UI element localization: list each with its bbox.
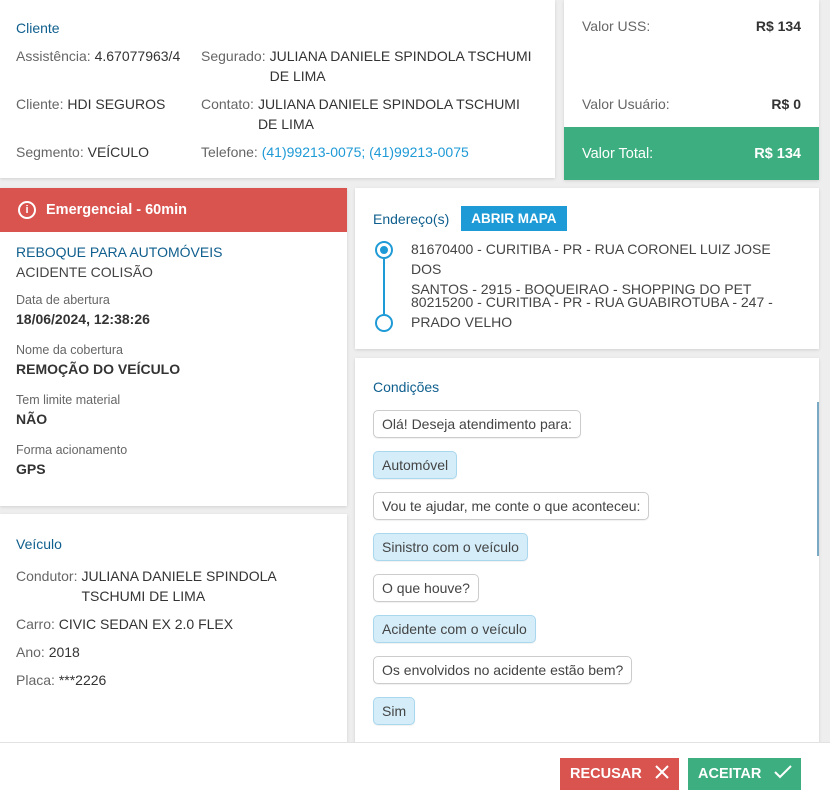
chat-bubble-user: Automóvel — [373, 451, 458, 479]
origin-address-line1: 81670400 - CURITIBA - PR - RUA CORONEL L… — [411, 241, 771, 277]
ano-label: Ano: — [16, 644, 45, 660]
contato-line1: JULIANA DANIELE SPINDOLA TSCHUMI — [257, 96, 520, 112]
valor-total-value: R$ 134 — [754, 145, 801, 162]
condutor-label: Condutor: — [16, 568, 78, 584]
chat-bubble-user: Sinistro com o veículo — [373, 533, 528, 561]
segurado-row: Segurado: JULIANA DANIELE SPINDOLA TSCHU… — [201, 46, 541, 86]
cobertura-value: REMOÇÃO DO VEÍCULO — [16, 361, 181, 377]
aceitar-button[interactable]: ACEITAR — [688, 758, 801, 790]
data-abertura-label: Data de abertura — [16, 293, 110, 307]
cliente-card: Cliente Assistência: 4.67077963/4 Client… — [0, 0, 555, 178]
route-line — [383, 259, 385, 314]
valor-total-bar: Valor Total: R$ 134 — [564, 127, 819, 180]
condutor-row: Condutor: JULIANA DANIELE SPINDOLA TSCHU… — [16, 566, 331, 606]
valores-card: Valor USS: R$ 134 Valor Usuário: R$ 0 Va… — [564, 0, 819, 180]
chat-list: Olá! Deseja atendimento para: Automóvel … — [373, 410, 801, 738]
telefone-label: Telefone: — [201, 144, 258, 160]
assistencia-row: Assistência: 4.67077963/4 — [16, 46, 180, 66]
aceitar-label: ACEITAR — [698, 766, 762, 782]
carro-label: Carro: — [16, 616, 55, 632]
valor-usuario-label: Valor Usuário: — [582, 96, 670, 112]
contato-label: Contato: — [201, 96, 254, 112]
telefone-row: Telefone: (41)99213-0075; (41)99213-0075 — [201, 142, 469, 162]
segurado-value: JULIANA DANIELE SPINDOLA TSCHUMI DE LIMA — [270, 46, 532, 86]
servico-title: REBOQUE PARA AUTOMÓVEIS — [16, 244, 223, 260]
servico-body: REBOQUE PARA AUTOMÓVEIS ACIDENTE COLISÃO… — [0, 232, 347, 489]
segmento-value: VEÍCULO — [87, 144, 150, 160]
segurado-line2: DE LIMA — [269, 68, 326, 84]
data-abertura-value: 18/06/2024, 12:38:26 — [16, 311, 150, 327]
forma-value: GPS — [16, 461, 46, 477]
condutor-value: JULIANA DANIELE SPINDOLA TSCHUMI DE LIMA — [81, 566, 276, 606]
chat-bubble-bot: Vou te ajudar, me conte o que aconteceu: — [373, 492, 650, 520]
origin-address: 81670400 - CURITIBA - PR - RUA CORONEL L… — [411, 239, 801, 299]
contato-line2: DE LIMA — [257, 116, 314, 132]
segmento-label: Segmento: — [16, 144, 84, 160]
assistencia-label: Assistência: — [16, 48, 91, 64]
valor-total-label: Valor Total: — [582, 145, 654, 162]
endereco-card: Endereço(s) ABRIR MAPA 81670400 - CURITI… — [355, 188, 819, 349]
segurado-line1: JULIANA DANIELE SPINDOLA TSCHUMI — [269, 48, 532, 64]
action-footer: RECUSAR ACEITAR — [0, 742, 830, 799]
emergency-alert: i Emergencial - 60min — [0, 188, 347, 232]
chat-bubble-bot: O que houve? — [373, 574, 479, 602]
chat-bubble-bot: Os envolvidos no acidente estão bem? — [373, 656, 633, 684]
origin-dot-icon — [375, 241, 393, 259]
ano-row: Ano: 2018 — [16, 642, 331, 662]
destination-address: 80215200 - CURITIBA - PR - RUA GUABIROTU… — [411, 292, 801, 332]
valor-uss-value: R$ 134 — [755, 18, 801, 34]
condutor-line1: JULIANA DANIELE SPINDOLA — [81, 568, 277, 584]
telefone-link[interactable]: (41)99213-0075; (41)99213-0075 — [262, 144, 469, 160]
condicoes-scrollbar[interactable] — [817, 402, 819, 556]
segurado-label: Segurado: — [201, 48, 266, 64]
recusar-label: RECUSAR — [570, 766, 642, 782]
destination-address-line2: PRADO VELHO — [411, 314, 513, 330]
placa-value: ***2226 — [58, 672, 107, 688]
ano-value: 2018 — [48, 644, 80, 660]
contato-value: JULIANA DANIELE SPINDOLA TSCHUMI DE LIMA — [258, 94, 520, 134]
chat-bubble-bot: Olá! Deseja atendimento para: — [373, 410, 581, 438]
destination-address-line1: 80215200 - CURITIBA - PR - RUA GUABIROTU… — [411, 294, 773, 310]
limite-label: Tem limite material — [16, 393, 121, 407]
assistencia-value: 4.67077963/4 — [94, 48, 181, 64]
valor-uss-row: Valor USS: R$ 134 — [582, 18, 801, 34]
carro-value: CIVIC SEDAN EX 2.0 FLEX — [58, 616, 234, 632]
carro-row: Carro: CIVIC SEDAN EX 2.0 FLEX — [16, 614, 331, 634]
abrir-mapa-button[interactable]: ABRIR MAPA — [461, 206, 567, 231]
servico-subtitle: ACIDENTE COLISÃO — [16, 264, 153, 280]
cliente-title: Cliente — [16, 20, 60, 36]
destination-dot-icon — [375, 314, 393, 332]
recusar-button[interactable]: RECUSAR — [560, 758, 679, 790]
condicoes-card[interactable]: Condições Olá! Deseja atendimento para: … — [355, 358, 819, 758]
check-icon — [773, 764, 793, 784]
veiculo-card: Veículo Condutor: JULIANA DANIELE SPINDO… — [0, 514, 347, 754]
cliente-label: Cliente: — [16, 96, 64, 112]
cliente-row: Cliente: HDI SEGUROS — [16, 94, 165, 114]
placa-label: Placa: — [16, 672, 55, 688]
limite-value: NÃO — [16, 411, 48, 427]
placa-row: Placa: ***2226 — [16, 670, 331, 690]
contato-row: Contato: JULIANA DANIELE SPINDOLA TSCHUM… — [201, 94, 541, 134]
close-icon — [654, 764, 670, 784]
cobertura-label: Nome da cobertura — [16, 343, 124, 357]
chat-bubble-user: Acidente com o veículo — [373, 615, 536, 643]
forma-label: Forma acionamento — [16, 443, 128, 457]
veiculo-title: Veículo — [16, 536, 62, 552]
servico-card: i Emergencial - 60min REBOQUE PARA AUTOM… — [0, 188, 347, 506]
emergency-alert-text: Emergencial - 60min — [46, 202, 188, 218]
valor-uss-label: Valor USS: — [582, 18, 651, 34]
condutor-line2: TSCHUMI DE LIMA — [81, 588, 206, 604]
condicoes-title: Condições — [373, 379, 440, 395]
valor-usuario-row: Valor Usuário: R$ 0 — [582, 96, 801, 112]
chat-bubble-user: Sim — [373, 697, 416, 725]
cliente-value: HDI SEGUROS — [67, 96, 166, 112]
valor-usuario-value: R$ 0 — [771, 96, 801, 112]
segmento-row: Segmento: VEÍCULO — [16, 142, 149, 162]
info-circle-icon: i — [18, 201, 36, 219]
endereco-header: Endereço(s) ABRIR MAPA — [373, 206, 801, 231]
endereco-title: Endereço(s) — [373, 210, 450, 227]
